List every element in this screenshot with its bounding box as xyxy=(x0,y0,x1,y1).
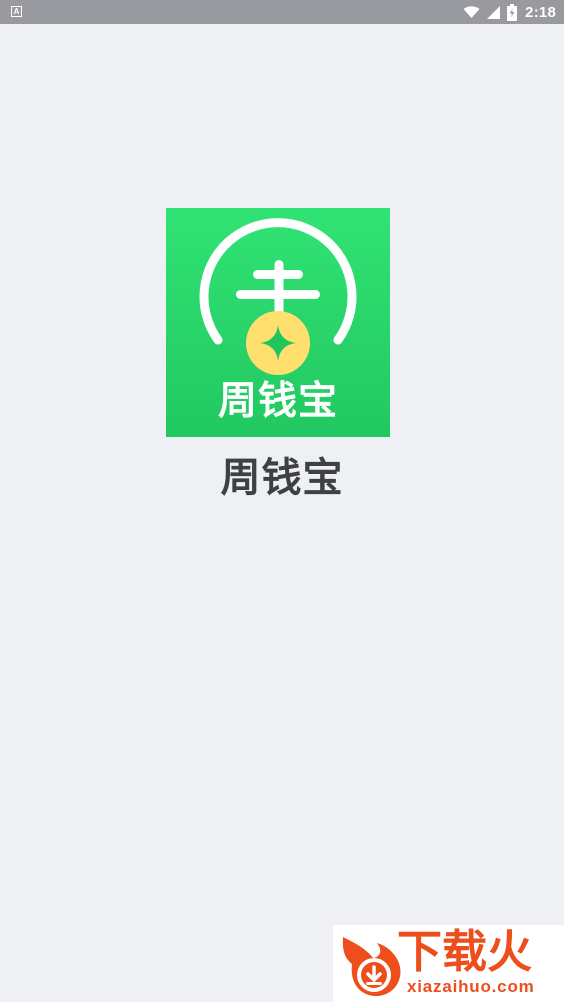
watermark-title: 下载火 xyxy=(397,925,533,978)
watermark-url: xiazaihuo.com xyxy=(407,977,535,996)
wifi-icon xyxy=(463,5,480,19)
status-time: 2:18 xyxy=(525,3,556,21)
notification-app-icon: A xyxy=(11,6,22,17)
app-name: 周钱宝 xyxy=(220,455,344,501)
battery-charging-icon xyxy=(507,3,518,21)
download-fire-logo-icon xyxy=(342,937,401,997)
status-bar: A 2:18 xyxy=(0,0,564,24)
status-icons-group: 2:18 xyxy=(463,0,556,24)
watermark: 下载火 xiazaihuo.com xyxy=(333,925,564,1002)
signal-icon xyxy=(486,5,501,20)
app-logo: 周钱宝 xyxy=(166,208,390,437)
logo-text: 周钱宝 xyxy=(217,379,338,424)
